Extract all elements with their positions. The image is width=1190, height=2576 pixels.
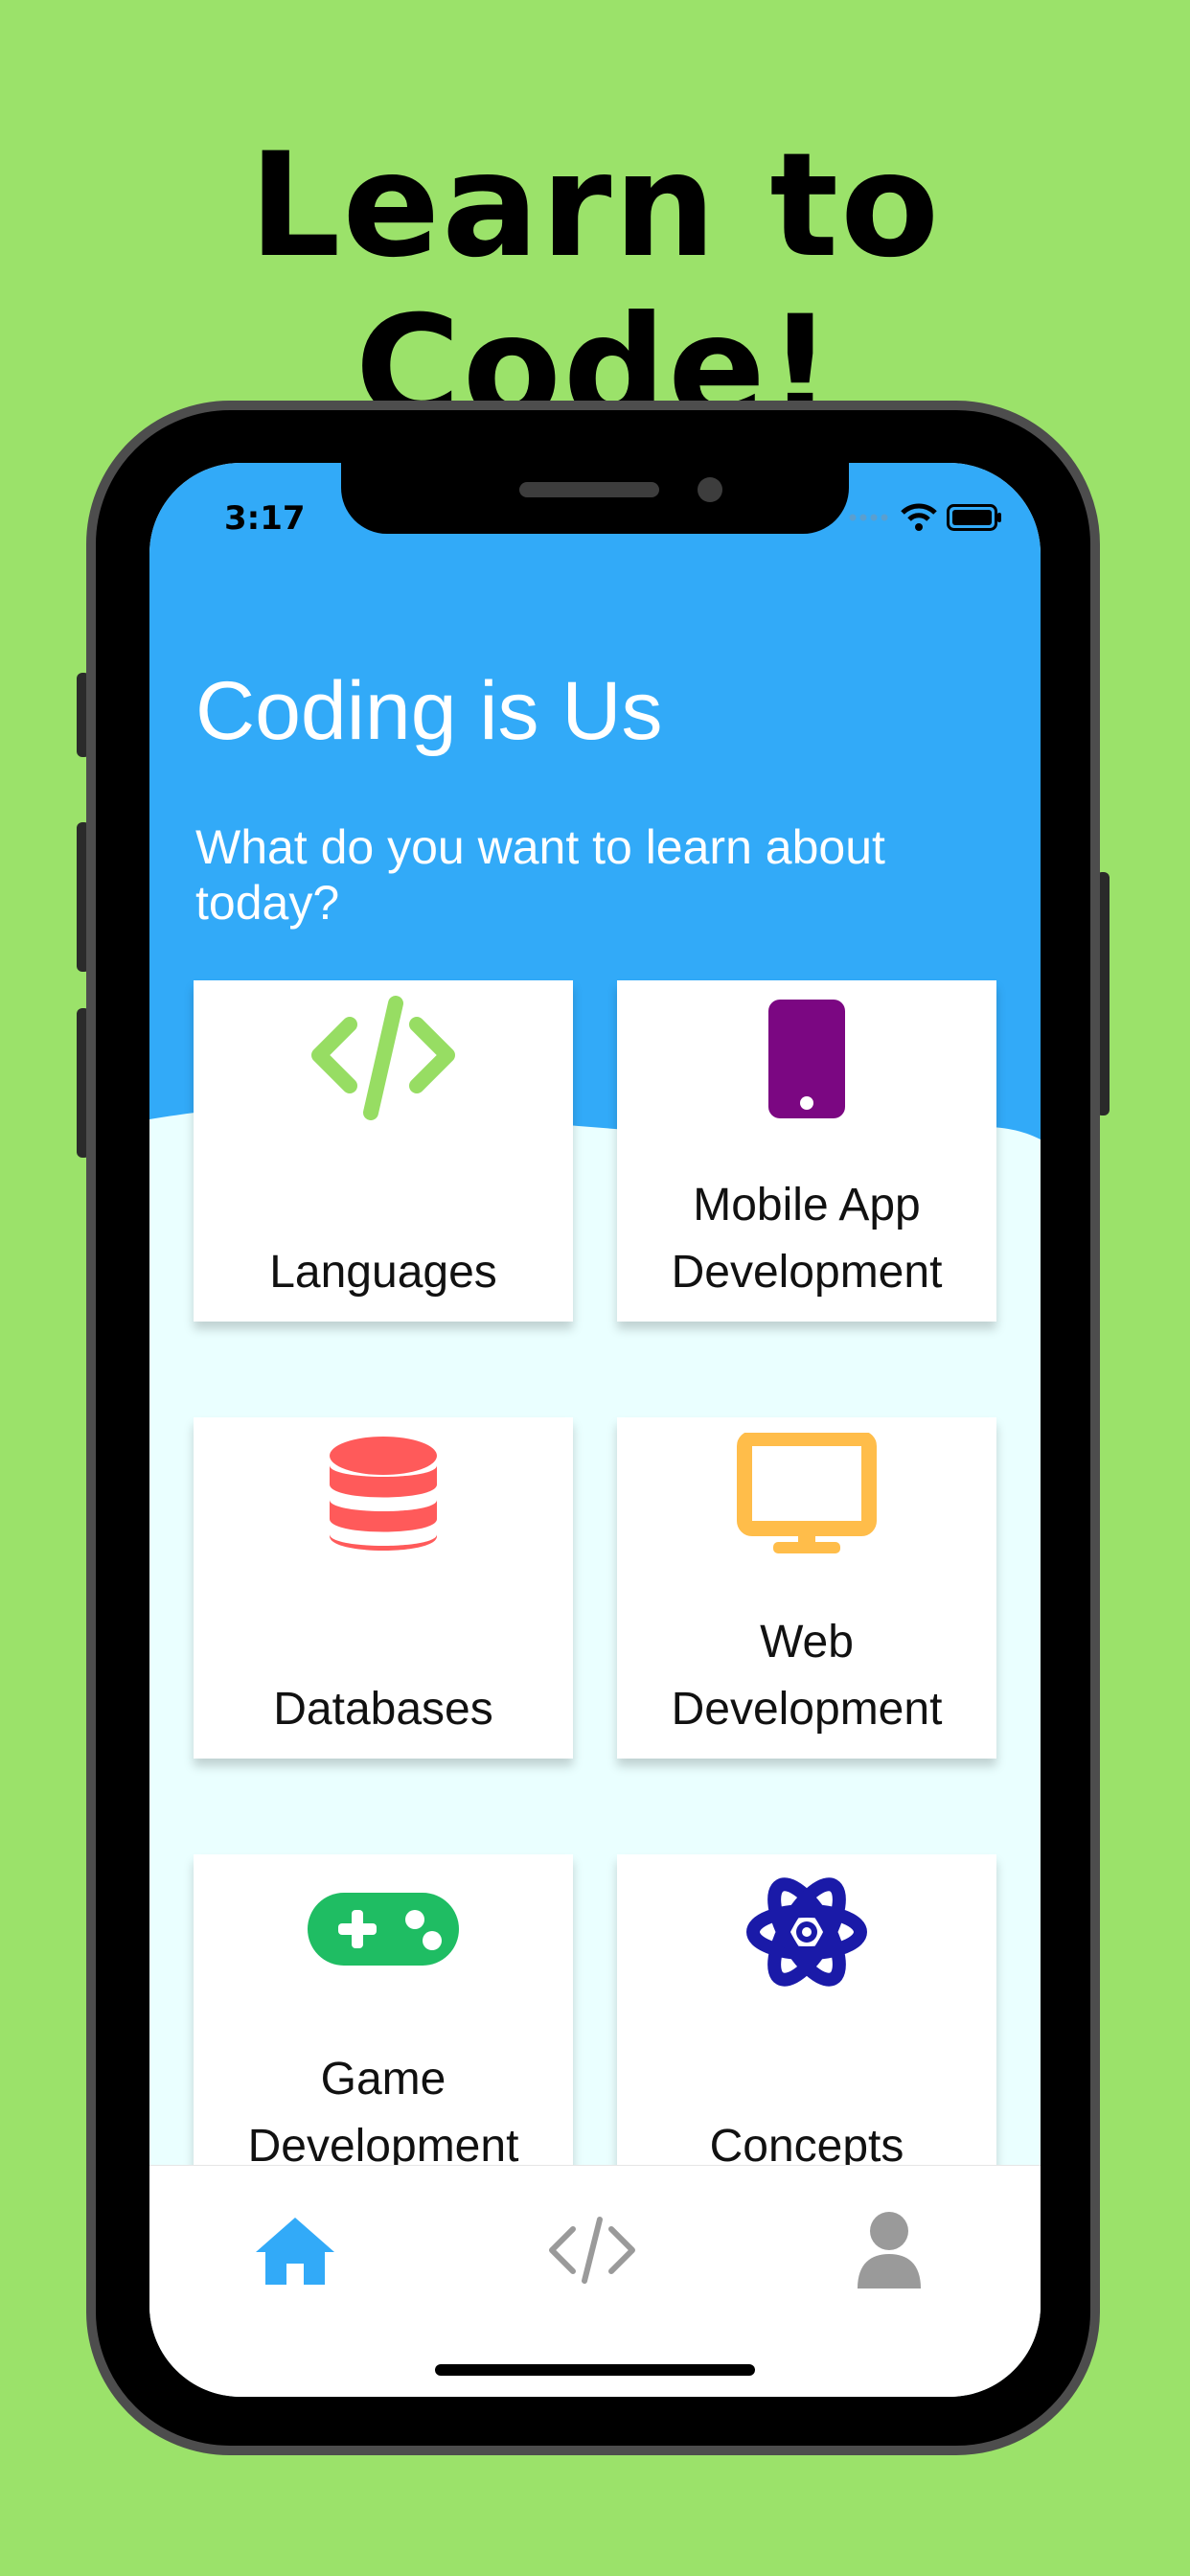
user-icon — [858, 2212, 921, 2288]
category-label: Mobile App Development — [671, 1180, 943, 1298]
speaker — [519, 482, 659, 497]
category-card-web-development[interactable]: Web Development — [617, 1417, 996, 1759]
code-icon — [194, 996, 573, 1120]
category-card-game-development[interactable]: Game Development — [194, 1854, 573, 2196]
tab-bar — [149, 2165, 1041, 2397]
app-title: Coding is Us — [195, 665, 663, 757]
wifi-icon — [901, 503, 937, 531]
front-camera — [698, 477, 722, 502]
category-card-databases[interactable]: Databases — [194, 1417, 573, 1759]
category-card-languages[interactable]: Languages — [194, 980, 573, 1322]
code-icon — [549, 2217, 635, 2284]
database-icon — [194, 1433, 573, 1557]
notch — [341, 463, 849, 534]
tab-code[interactable] — [535, 2202, 650, 2298]
category-card-mobile-app-development[interactable]: Mobile App Development — [617, 980, 996, 1322]
app-subtitle: What do you want to learn about today? — [195, 820, 885, 930]
tab-home[interactable] — [238, 2202, 353, 2298]
category-label: Databases — [273, 1684, 493, 1735]
desktop-monitor-icon — [617, 1433, 996, 1557]
gamepad-icon — [194, 1870, 573, 1994]
home-icon — [256, 2218, 334, 2285]
category-card-concepts[interactable]: Concepts — [617, 1854, 996, 2196]
category-label: Web Development — [671, 1617, 943, 1735]
tab-profile[interactable] — [832, 2202, 947, 2298]
app-screen: 3:17 Coding is Us What do you want to le… — [149, 463, 1041, 2397]
status-time: 3:17 — [224, 499, 306, 538]
home-indicator[interactable] — [435, 2364, 755, 2376]
mobile-phone-icon — [617, 996, 996, 1120]
atom-icon — [617, 1870, 996, 1994]
category-label: Languages — [269, 1247, 497, 1298]
category-label: Game Development — [247, 2054, 519, 2172]
battery-icon — [947, 504, 1001, 531]
signal-icon — [849, 514, 888, 521]
status-icons — [849, 503, 1002, 532]
